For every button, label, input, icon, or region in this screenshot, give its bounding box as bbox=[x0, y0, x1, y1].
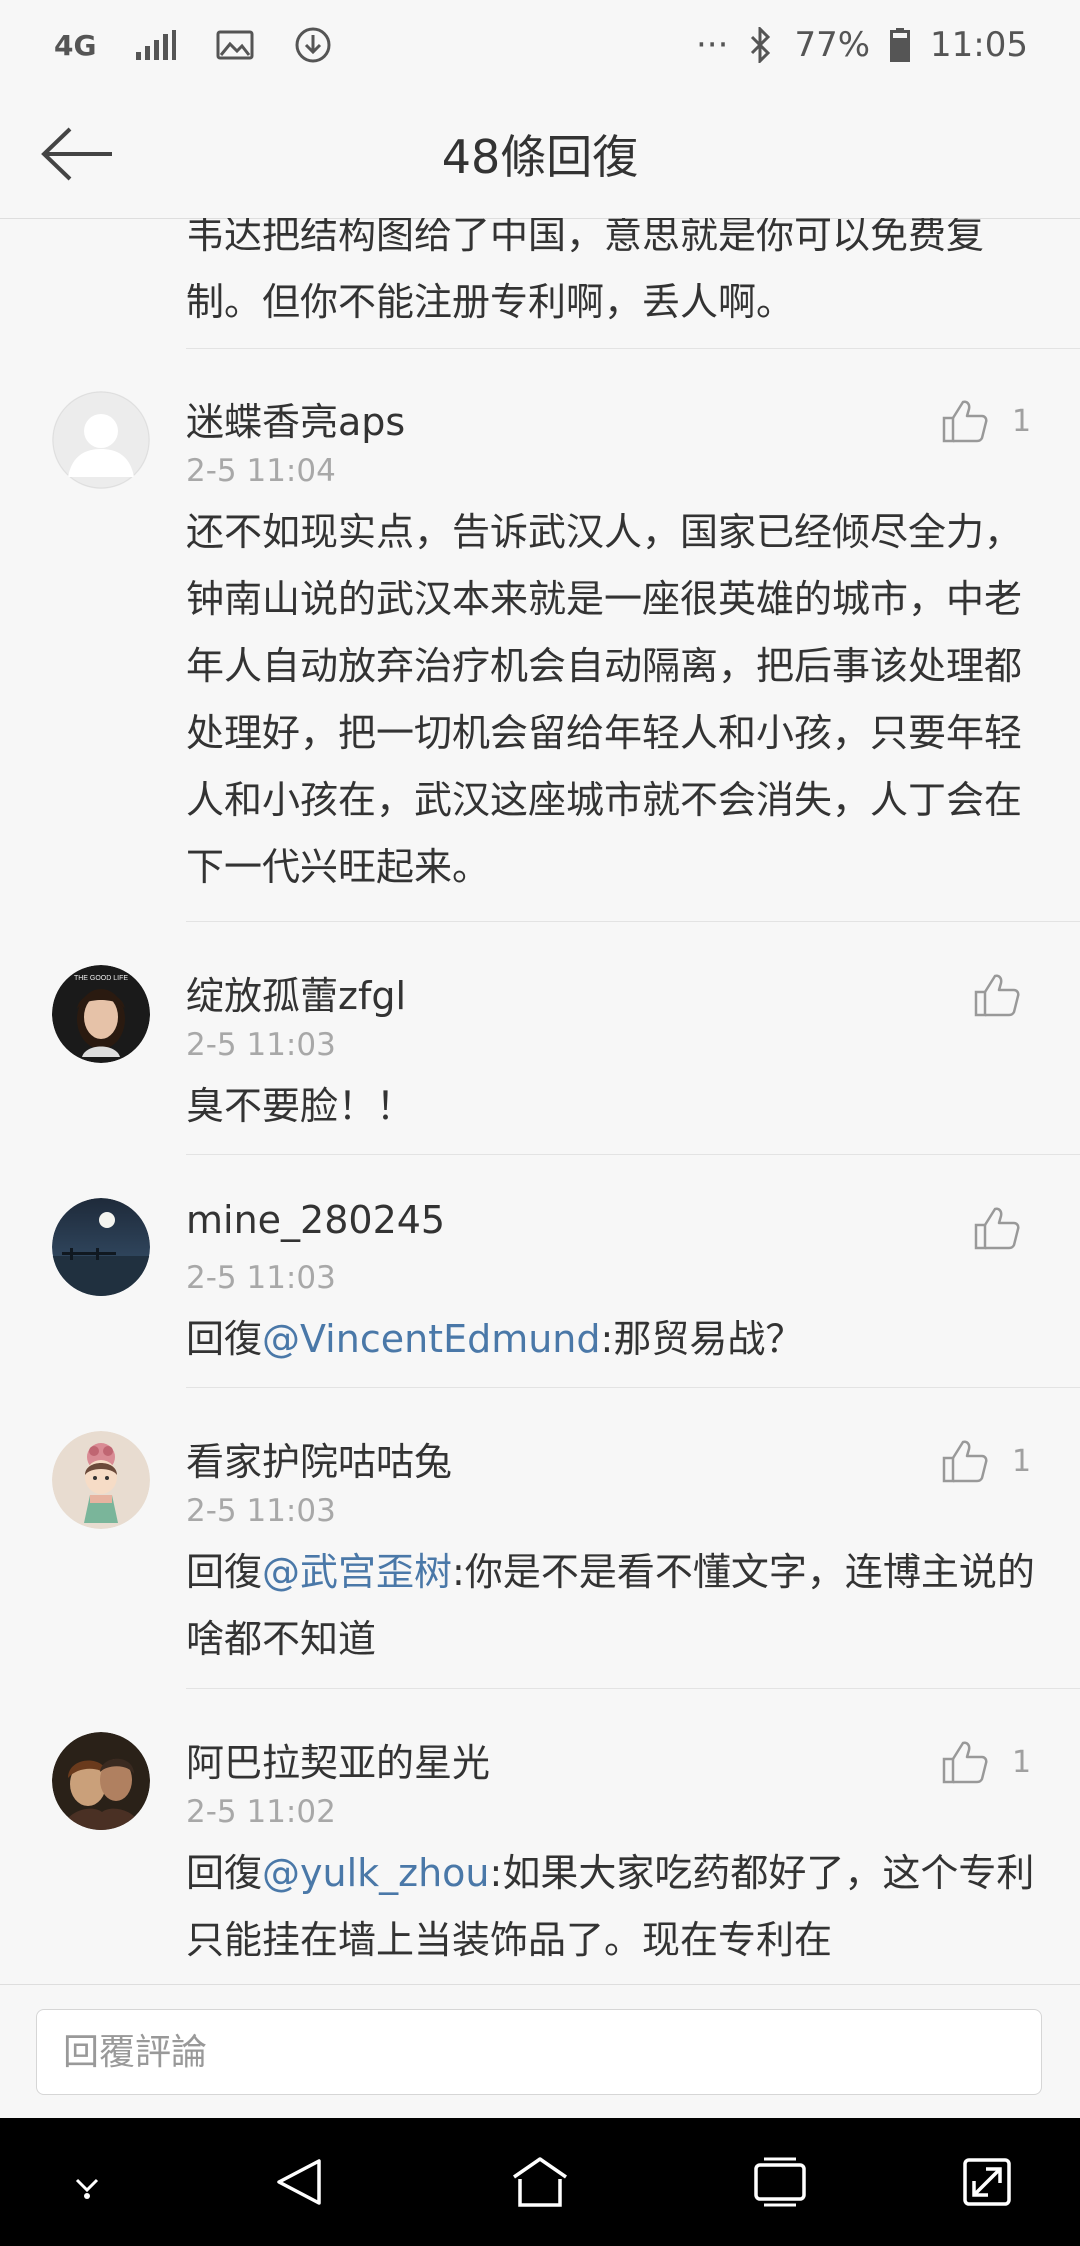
like-button[interactable]: 1 bbox=[942, 1740, 1031, 1784]
like-button[interactable]: 1 bbox=[942, 1439, 1031, 1483]
comment-item: mine_280245 2-5 11:03 回復@VincentEdmund:那… bbox=[0, 1156, 1080, 1389]
avatar[interactable] bbox=[52, 1732, 150, 1830]
navigation-bar bbox=[0, 2118, 1080, 2246]
like-button[interactable]: 1 bbox=[942, 399, 1031, 443]
nav-expand-icon bbox=[963, 2158, 1011, 2206]
timestamp: 2-5 11:04 bbox=[186, 453, 336, 489]
status-bar: 4G ··· 77% 11:05 bbox=[0, 0, 1080, 90]
comment-body: 回復@武宫歪树:你是不是看不懂文字，连博主说的啥都不知道 bbox=[186, 1539, 1036, 1673]
back-button[interactable] bbox=[40, 124, 120, 184]
thumbs-up-icon bbox=[974, 1207, 1020, 1250]
signal-icon bbox=[136, 30, 177, 60]
reply-prefix: 回復 bbox=[186, 1851, 263, 1895]
comment-body: 臭不要脸！！ bbox=[186, 1084, 415, 1128]
username[interactable]: mine_280245 bbox=[186, 1198, 445, 1242]
timestamp: 2-5 11:03 bbox=[186, 1027, 336, 1063]
back-arrow-icon bbox=[41, 127, 112, 181]
timestamp: 2-5 11:03 bbox=[186, 1493, 336, 1529]
username[interactable]: 看家护院咕咕兔 bbox=[186, 1431, 452, 1486]
battery-percent: 77% bbox=[794, 25, 871, 65]
avatar[interactable] bbox=[52, 1431, 150, 1529]
download-icon bbox=[294, 26, 332, 64]
nav-expand-button[interactable] bbox=[952, 2152, 1022, 2212]
bluetooth-icon bbox=[748, 27, 774, 63]
reply-prefix: 回復 bbox=[186, 1317, 263, 1361]
username[interactable]: 阿巴拉契亚的星光 bbox=[186, 1732, 490, 1787]
like-count: 1 bbox=[1012, 1443, 1032, 1479]
reply-input[interactable]: 回覆評論 bbox=[36, 2009, 1042, 2095]
like-button[interactable] bbox=[974, 973, 1044, 1017]
mention-link[interactable]: @yulk_zhou bbox=[262, 1851, 490, 1895]
like-button[interactable] bbox=[974, 1206, 1044, 1250]
comment-body: 回復@yulk_zhou:如果大家吃药都好了，这个专利只能挂在墙上当装饰品了。现… bbox=[186, 1840, 1036, 1974]
divider bbox=[186, 1387, 1080, 1388]
header: 48條回復 bbox=[0, 90, 1080, 219]
divider bbox=[186, 1154, 1080, 1155]
avatar[interactable]: THE GOOD LIFE bbox=[52, 965, 150, 1063]
battery-icon bbox=[890, 28, 911, 62]
nav-hide-icon bbox=[75, 2178, 99, 2199]
status-more: ··· bbox=[696, 25, 729, 65]
comment-feed[interactable]: 韦达把结构图给了中国，意思就是你可以免费复制。但你不能注册专利啊，丢人啊。 迷蝶… bbox=[0, 218, 1080, 1984]
nav-hide-button[interactable] bbox=[52, 2152, 122, 2212]
svg-text:THE GOOD LIFE: THE GOOD LIFE bbox=[74, 975, 128, 982]
thumbs-up-icon bbox=[942, 400, 988, 443]
nav-back-icon bbox=[277, 2159, 321, 2205]
nav-home-button[interactable] bbox=[505, 2152, 575, 2212]
thumbs-up-icon bbox=[974, 974, 1020, 1017]
reply-bar: 回覆評論 bbox=[0, 1984, 1080, 2119]
nav-recents-icon bbox=[754, 2157, 806, 2207]
mention-link[interactable]: @武宫歪树 bbox=[262, 1550, 452, 1594]
status-left: 4G bbox=[54, 26, 332, 64]
nav-recents-button[interactable] bbox=[745, 2152, 815, 2212]
gallery-icon bbox=[216, 30, 254, 60]
comment-item: THE GOOD LIFE 绽放孤蕾zfgl 2-5 11:03 臭不要脸！！ bbox=[0, 923, 1080, 1156]
username[interactable]: 迷蝶香亮aps bbox=[186, 391, 405, 446]
thumbs-up-icon bbox=[942, 1741, 988, 1784]
reply-prefix: 回復 bbox=[186, 1550, 263, 1594]
nav-home-icon bbox=[513, 2157, 567, 2207]
thumbs-up-icon bbox=[942, 1440, 988, 1483]
avatar[interactable] bbox=[52, 1198, 150, 1296]
comment-item: 看家护院咕咕兔 2-5 11:03 1 回復@武宫歪树:你是不是看不懂文字，连博… bbox=[0, 1389, 1080, 1690]
nav-back-button[interactable] bbox=[265, 2152, 335, 2212]
avatar[interactable] bbox=[52, 391, 150, 489]
reply-text: :那贸易战？ bbox=[600, 1317, 804, 1361]
mention-link[interactable]: @VincentEdmund bbox=[262, 1317, 601, 1361]
comment-body: 还不如现实点，告诉武汉人，国家已经倾尽全力，钟南山说的武汉本来就是一座很英雄的城… bbox=[186, 510, 1023, 889]
timestamp: 2-5 11:03 bbox=[186, 1260, 336, 1296]
comment-item: 迷蝶香亮aps 2-5 11:04 1 还不如现实点，告诉武汉人，国家已经倾尽全… bbox=[0, 349, 1080, 923]
like-count: 1 bbox=[1012, 1744, 1032, 1780]
comment-body: 回復@VincentEdmund:那贸易战？ bbox=[186, 1306, 1036, 1373]
divider bbox=[186, 921, 1080, 922]
username[interactable]: 绽放孤蕾zfgl bbox=[186, 965, 406, 1020]
divider bbox=[186, 1688, 1080, 1689]
comment-item: 韦达把结构图给了中国，意思就是你可以免费复制。但你不能注册专利啊，丢人啊。 bbox=[0, 218, 1080, 349]
network-4g-icon: 4G bbox=[54, 28, 97, 62]
comment-body: 韦达把结构图给了中国，意思就是你可以免费复制。但你不能注册专利啊，丢人啊。 bbox=[186, 218, 985, 324]
status-right: ··· 77% 11:05 bbox=[696, 25, 1028, 65]
page-title: 48條回復 bbox=[441, 130, 639, 184]
like-count: 1 bbox=[1012, 403, 1032, 439]
timestamp: 2-5 11:02 bbox=[186, 1794, 336, 1830]
status-time: 11:05 bbox=[930, 25, 1028, 65]
comment-item: 阿巴拉契亚的星光 2-5 11:02 1 回復@yulk_zhou:如果大家吃药… bbox=[0, 1690, 1080, 1984]
